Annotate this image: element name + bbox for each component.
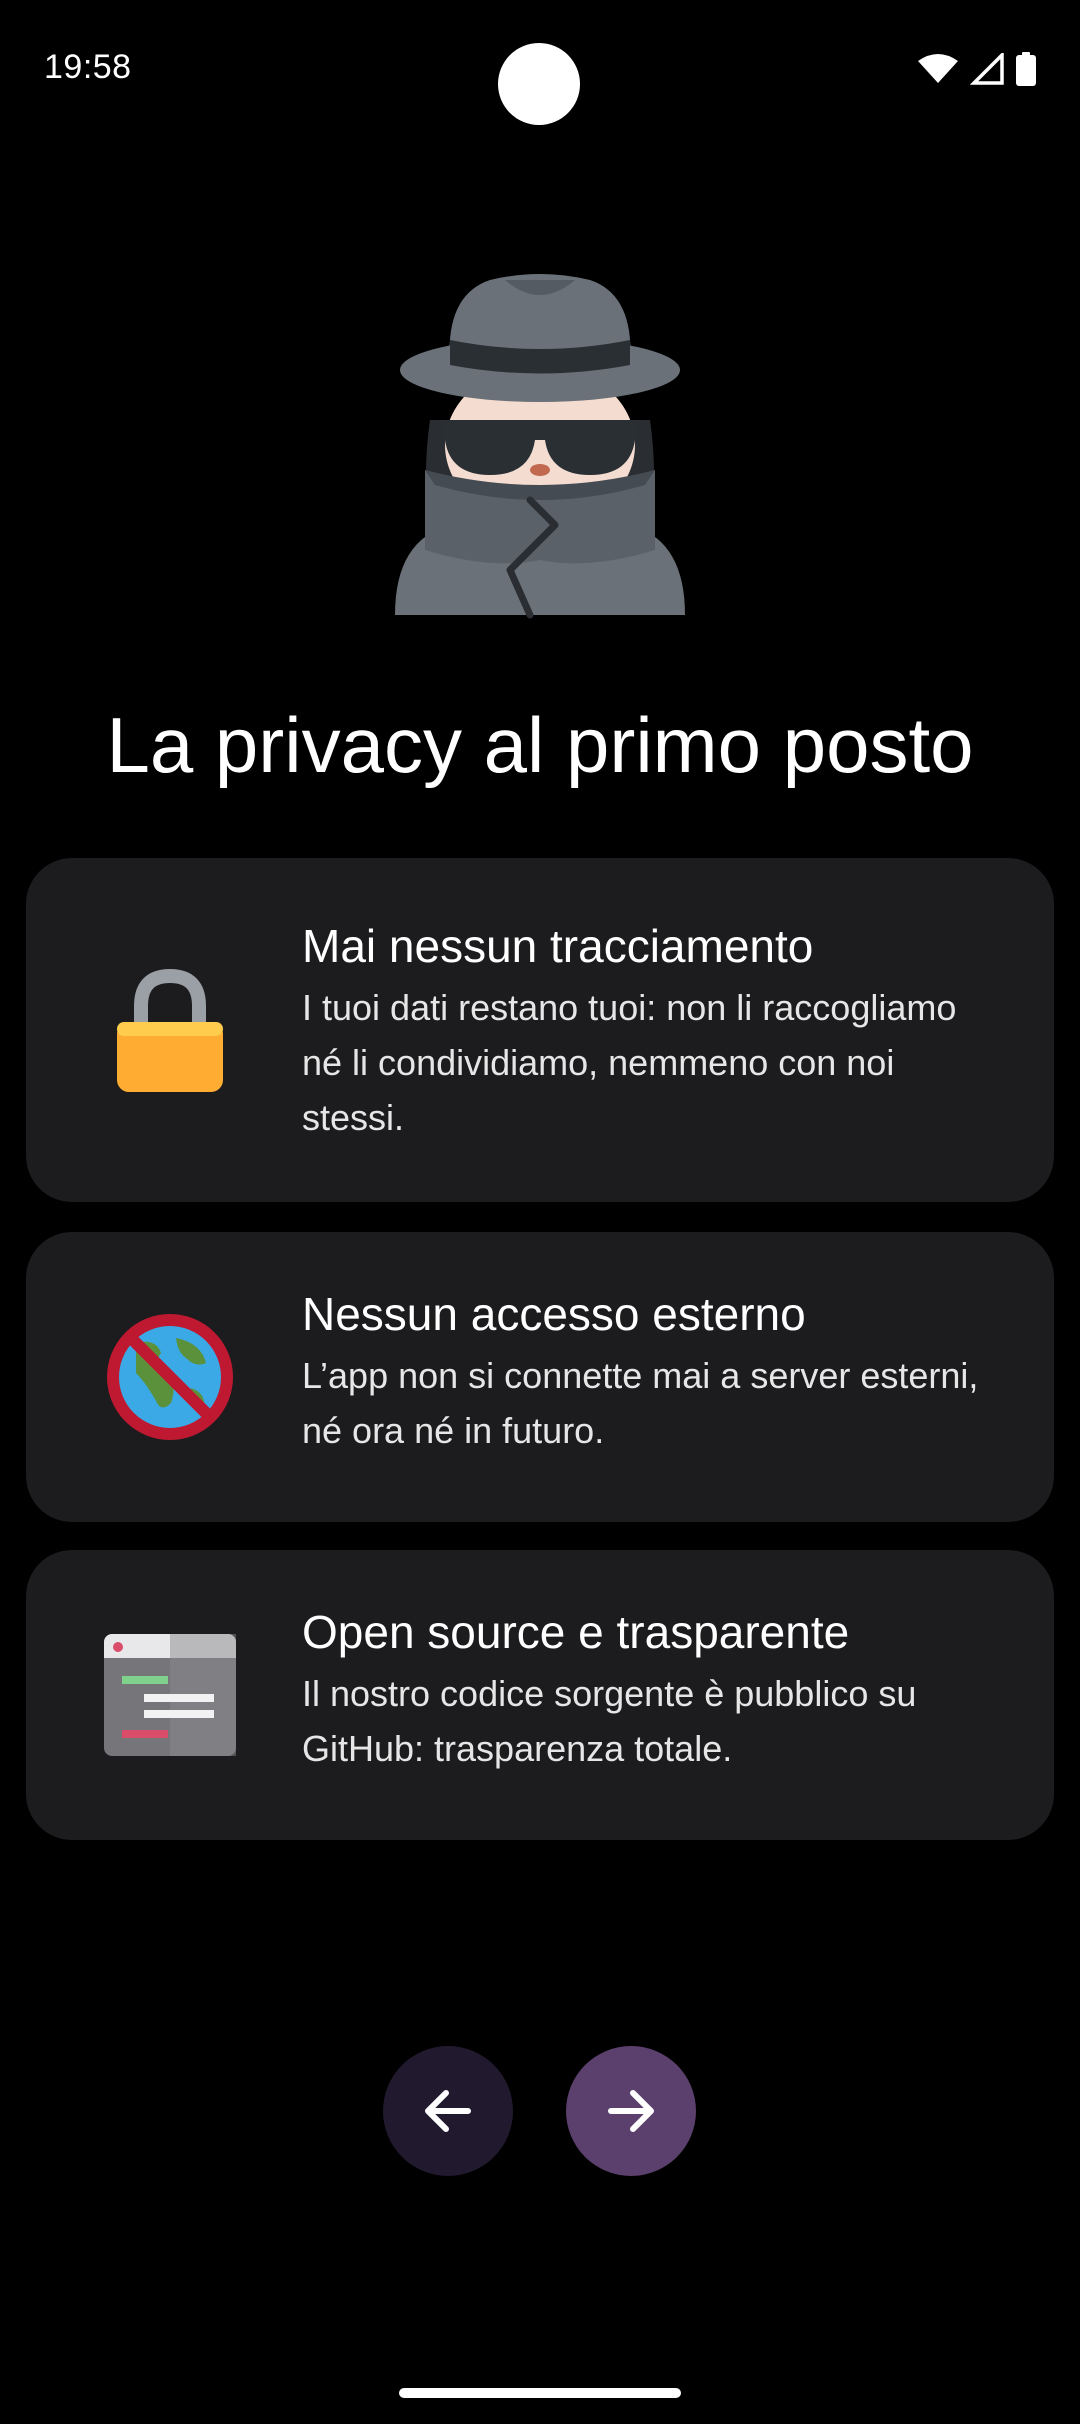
no-globe-icon — [107, 1314, 233, 1440]
card-description: I tuoi dati restano tuoi: non li raccogl… — [302, 987, 957, 1138]
source-code-window-icon — [104, 1634, 236, 1756]
next-button[interactable] — [566, 2046, 696, 2176]
page-title: La privacy al primo posto — [106, 701, 974, 789]
lock-icon — [117, 968, 223, 1092]
cellular-signal-icon — [970, 53, 1004, 85]
battery-icon — [1016, 52, 1036, 86]
hero-illustration — [390, 270, 690, 620]
status-icons — [918, 52, 1036, 86]
back-button[interactable] — [383, 2046, 513, 2176]
card-description: Il nostro codice sorgente è pubblico su … — [302, 1673, 917, 1769]
home-indicator[interactable] — [399, 2388, 681, 2398]
arrow-right-icon — [608, 2090, 654, 2132]
arrow-left-icon — [425, 2090, 471, 2132]
onboarding-navigation — [0, 2046, 1080, 2176]
card-description: L’app non si connette mai a server ester… — [302, 1355, 979, 1451]
feature-card-open-source: Open source e trasparente Il nostro codi… — [26, 1550, 1054, 1840]
card-title: Mai nessun tracciamento — [302, 920, 814, 972]
card-title: Open source e trasparente — [302, 1606, 850, 1658]
feature-card-no-tracking: Mai nessun tracciamento I tuoi dati rest… — [26, 858, 1054, 1202]
camera-cutout — [498, 43, 580, 125]
status-bar: 19:58 — [0, 0, 1080, 140]
detective-spy-icon — [395, 274, 685, 619]
status-time: 19:58 — [44, 48, 132, 86]
wifi-icon — [918, 54, 958, 83]
card-title: Nessun accesso esterno — [302, 1288, 806, 1340]
feature-card-no-external-access: Nessun accesso esterno L’app non si conn… — [26, 1232, 1054, 1522]
